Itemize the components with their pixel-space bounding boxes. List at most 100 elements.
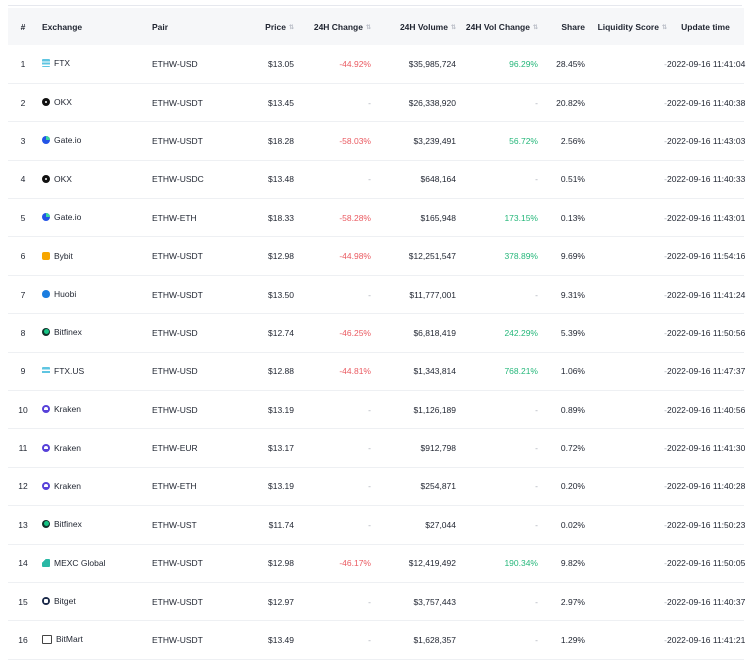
exchange-link[interactable]: Bitget xyxy=(42,596,76,606)
header-pair[interactable]: Pair xyxy=(152,8,230,45)
pair-link[interactable]: ETHW-ETH xyxy=(152,213,197,223)
pair-link[interactable]: ETHW-USD xyxy=(152,59,198,69)
table-row[interactable]: 10 Kraken ETHW-USD $13.19 - $1,126,189 -… xyxy=(8,391,745,429)
exchange-name[interactable]: FTX.US xyxy=(54,366,84,376)
cell-exchange[interactable]: MEXC Global xyxy=(38,544,152,582)
pair-link[interactable]: ETHW-USDT xyxy=(152,290,203,300)
exchange-name[interactable]: FTX xyxy=(54,58,70,68)
exchange-name[interactable]: Bybit xyxy=(54,251,73,261)
cell-exchange[interactable]: Bitfinex xyxy=(38,314,152,352)
cell-exchange[interactable]: BitMart xyxy=(38,621,152,659)
cell-pair[interactable]: ETHW-USD xyxy=(152,391,230,429)
exchange-name[interactable]: MEXC Global xyxy=(54,558,106,568)
pair-link[interactable]: ETHW-UST xyxy=(152,520,197,530)
pair-link[interactable]: ETHW-USD xyxy=(152,328,198,338)
header-update-time[interactable]: Update time xyxy=(667,8,744,45)
table-row[interactable]: 7 Huobi ETHW-USDT $13.50 - $11,777,001 -… xyxy=(8,275,745,314)
exchange-link[interactable]: Kraken xyxy=(42,404,81,414)
header-share[interactable]: Share xyxy=(538,8,585,45)
header-exchange[interactable]: Exchange xyxy=(38,8,152,45)
cell-exchange[interactable]: Kraken xyxy=(38,429,152,467)
cell-pair[interactable]: ETHW-USDT xyxy=(152,544,230,582)
exchange-link[interactable]: Huobi xyxy=(42,289,76,299)
exchange-link[interactable]: Bitfinex xyxy=(42,519,82,529)
exchange-name[interactable]: Kraken xyxy=(54,481,81,491)
sort-icon[interactable]: ⇅ xyxy=(289,24,294,31)
exchange-link[interactable]: Kraken xyxy=(42,443,81,453)
header-24h-change[interactable]: 24H Change ⇅ xyxy=(294,8,371,45)
sort-icon[interactable]: ⇅ xyxy=(662,24,667,31)
exchange-name[interactable]: BitMart xyxy=(56,634,83,644)
exchange-name[interactable]: Gate.io xyxy=(54,212,81,222)
pair-link[interactable]: ETHW-USDT xyxy=(152,635,203,645)
cell-pair[interactable]: ETHW-USDC xyxy=(152,160,230,198)
pair-link[interactable]: ETHW-USDT xyxy=(152,98,203,108)
table-row[interactable]: 5 Gate.io ETHW-ETH $18.33 -58.28% $165,9… xyxy=(8,199,745,237)
exchange-name[interactable]: Huobi xyxy=(54,289,76,299)
exchange-link[interactable]: FTX.US xyxy=(42,366,84,376)
exchange-link[interactable]: Kraken xyxy=(42,481,81,491)
exchange-link[interactable]: BitMart xyxy=(42,634,83,644)
exchange-name[interactable]: Kraken xyxy=(54,404,81,414)
table-row[interactable]: 9 FTX.US ETHW-USD $12.88 -44.81% $1,343,… xyxy=(8,352,745,391)
cell-exchange[interactable]: Bitfinex xyxy=(38,506,152,544)
cell-exchange[interactable]: Kraken xyxy=(38,391,152,429)
cell-exchange[interactable]: Gate.io xyxy=(38,199,152,237)
table-row[interactable]: 12 Kraken ETHW-ETH $13.19 - $254,871 - 0… xyxy=(8,467,745,506)
cell-pair[interactable]: ETHW-USD xyxy=(152,314,230,352)
table-row[interactable]: 8 Bitfinex ETHW-USD $12.74 -46.25% $6,81… xyxy=(8,314,745,353)
cell-exchange[interactable]: FTX.US xyxy=(38,352,152,390)
exchange-link[interactable]: FTX xyxy=(42,58,70,68)
cell-pair[interactable]: ETHW-USDT xyxy=(152,83,230,121)
exchange-link[interactable]: Bitfinex xyxy=(42,327,82,337)
table-row[interactable]: 4 OKX ETHW-USDC $13.48 - $648,164 - 0.51… xyxy=(8,160,745,199)
cell-exchange[interactable]: OKX xyxy=(38,83,152,121)
cell-exchange[interactable]: Gate.io xyxy=(38,122,152,160)
cell-pair[interactable]: ETHW-USDT xyxy=(152,275,230,313)
sort-icon[interactable]: ⇅ xyxy=(366,24,371,31)
pair-link[interactable]: ETHW-USDT xyxy=(152,136,203,146)
exchange-name[interactable]: OKX xyxy=(54,174,72,184)
cell-exchange[interactable]: OKX xyxy=(38,160,152,198)
header-liquidity-score[interactable]: Liquidity Score ⇅ xyxy=(585,8,667,45)
cell-pair[interactable]: ETHW-USDT xyxy=(152,237,230,275)
cell-pair[interactable]: ETHW-USD xyxy=(152,45,230,83)
exchange-link[interactable]: Bybit xyxy=(42,251,73,261)
table-row[interactable]: 11 Kraken ETHW-EUR $13.17 - $912,798 - 0… xyxy=(8,429,745,468)
cell-exchange[interactable]: Huobi xyxy=(38,275,152,313)
table-row[interactable]: 2 OKX ETHW-USDT $13.45 - $26,338,920 - 2… xyxy=(8,83,745,122)
table-row[interactable]: 13 Bitfinex ETHW-UST $11.74 - $27,044 - … xyxy=(8,506,745,545)
exchange-link[interactable]: Gate.io xyxy=(42,212,81,222)
exchange-link[interactable]: OKX xyxy=(42,174,72,184)
table-row[interactable]: 1 FTX ETHW-USD $13.05 -44.92% $35,985,72… xyxy=(8,45,745,84)
cell-pair[interactable]: ETHW-USDT xyxy=(152,582,230,620)
cell-exchange[interactable]: Bitget xyxy=(38,582,152,620)
table-row[interactable]: 16 BitMart ETHW-USDT $13.49 - $1,628,357… xyxy=(8,621,745,660)
exchange-name[interactable]: Kraken xyxy=(54,443,81,453)
exchange-name[interactable]: Gate.io xyxy=(54,135,81,145)
table-row[interactable]: 15 Bitget ETHW-USDT $12.97 - $3,757,443 … xyxy=(8,582,745,621)
exchange-name[interactable]: Bitfinex xyxy=(54,519,82,529)
cell-pair[interactable]: ETHW-UST xyxy=(152,506,230,544)
header-24h-volume[interactable]: 24H Volume ⇅ xyxy=(371,8,456,45)
pair-link[interactable]: ETHW-USDT xyxy=(152,251,203,261)
exchange-name[interactable]: OKX xyxy=(54,97,72,107)
cell-pair[interactable]: ETHW-ETH xyxy=(152,199,230,237)
exchange-link[interactable]: OKX xyxy=(42,97,72,107)
pair-link[interactable]: ETHW-USD xyxy=(152,366,198,376)
cell-pair[interactable]: ETHW-ETH xyxy=(152,467,230,505)
cell-exchange[interactable]: Kraken xyxy=(38,467,152,505)
exchange-name[interactable]: Bitget xyxy=(54,596,76,606)
pair-link[interactable]: ETHW-USD xyxy=(152,405,198,415)
pair-link[interactable]: ETHW-ETH xyxy=(152,481,197,491)
header-24h-vol-change[interactable]: 24H Vol Change ⇅ xyxy=(456,8,538,45)
header-price[interactable]: Price ⇅ xyxy=(230,8,294,45)
sort-icon[interactable]: ⇅ xyxy=(451,24,456,31)
pair-link[interactable]: ETHW-EUR xyxy=(152,443,198,453)
cell-pair[interactable]: ETHW-USD xyxy=(152,352,230,390)
cell-exchange[interactable]: Bybit xyxy=(38,237,152,275)
cell-exchange[interactable]: FTX xyxy=(38,45,152,83)
cell-pair[interactable]: ETHW-USDT xyxy=(152,122,230,160)
exchange-link[interactable]: Gate.io xyxy=(42,135,81,145)
pair-link[interactable]: ETHW-USDC xyxy=(152,174,204,184)
